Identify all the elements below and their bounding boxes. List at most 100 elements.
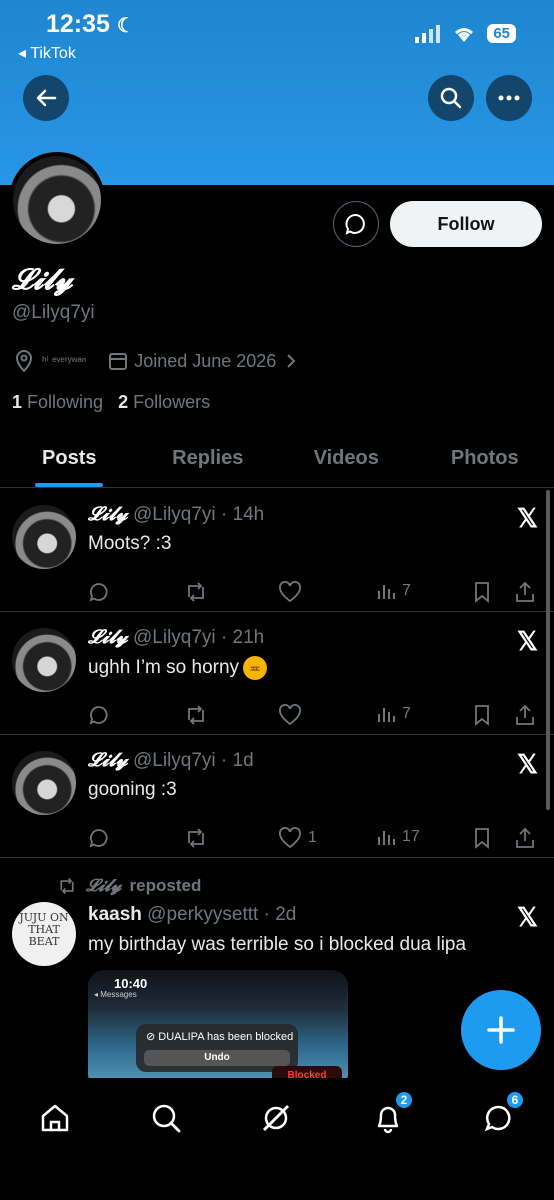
bookmark-button[interactable] (472, 581, 492, 603)
analytics-icon (378, 708, 395, 722)
post-text: my birthday was terrible so i blocked du… (88, 934, 467, 955)
share-button[interactable] (514, 704, 536, 726)
heart-icon (279, 827, 301, 849)
nav-messages[interactable]: 6 (477, 1090, 525, 1140)
notifications-badge: 2 (394, 1090, 414, 1110)
status-bar: 12:35 ☾ ◂ TikTok 65 (0, 0, 554, 70)
post-actions: 7 (88, 581, 540, 609)
views-button[interactable]: 7 (376, 581, 411, 601)
location-pin-icon (15, 350, 33, 372)
post-avatar[interactable] (12, 751, 76, 815)
views-button[interactable]: 7 (376, 704, 411, 724)
reply-button[interactable] (88, 581, 110, 603)
repost-indicator: 𝓛𝓲𝓵𝔂 reposted (56, 876, 201, 896)
back-button[interactable] (23, 75, 69, 121)
repost-label: reposted (129, 876, 202, 895)
repost-icon (188, 828, 204, 848)
wifi-icon (455, 27, 474, 42)
post-item[interactable]: 𝓛𝓲𝓵𝔂 @Lilyq7yi · 14h Moots? :3 𝕏 7 (0, 489, 554, 612)
grok-icon (263, 1105, 289, 1131)
post-actions: 1 17 (88, 827, 540, 855)
following-link[interactable]: 1 Following (12, 392, 103, 412)
reply-icon (89, 829, 108, 848)
chat-bubble-icon (345, 214, 365, 235)
post-header: kaash @perkyysettt · 2d (88, 904, 297, 925)
reply-button[interactable] (88, 827, 110, 849)
status-time: 12:35 ☾ (46, 10, 135, 38)
search-icon (440, 87, 462, 109)
post-avatar[interactable] (12, 505, 76, 569)
like-button[interactable] (278, 581, 308, 603)
profile-tabs: Posts Replies Videos Photos (0, 430, 554, 488)
profile-handle: @Lilyq7yi (12, 302, 95, 323)
kaash-avatar[interactable]: JUJU ON THAT BEAT (12, 902, 76, 966)
back-to-app-link[interactable]: ◂ TikTok (18, 43, 76, 63)
bookmark-button[interactable] (472, 704, 492, 726)
tab-replies[interactable]: Replies (139, 430, 278, 487)
tab-videos[interactable]: Videos (277, 430, 416, 487)
views-button[interactable]: 17 (376, 827, 420, 847)
compose-post-button[interactable] (461, 990, 541, 1070)
heart-icon (279, 581, 301, 603)
nav-home[interactable] (33, 1096, 77, 1140)
x-logo-icon: 𝕏 (517, 626, 538, 656)
post-item[interactable]: 𝓛𝓲𝓵𝔂 @Lilyq7yi · 1d gooning :3 𝕏 1 17 (0, 735, 554, 858)
share-icon (516, 704, 534, 725)
chevron-right-icon (287, 354, 296, 368)
search-button[interactable] (428, 75, 474, 121)
like-button[interactable]: 1 (278, 827, 317, 849)
repost-button[interactable] (184, 827, 208, 849)
post-text: gooning :3 (88, 779, 177, 800)
repost-icon (60, 878, 74, 894)
profile-display-name: 𝓛𝓲𝓵𝔂 (12, 262, 73, 296)
media-time: 10:40 (114, 976, 148, 991)
media-messages-label: ◂ Messages (94, 990, 137, 999)
post-item[interactable]: 𝓛𝓲𝓵𝔂 @Lilyq7yi · 21h ughh I’m so horny ≖ … (0, 612, 554, 735)
post-media-screenshot[interactable]: 10:40 ◂ Messages ⊘ DUALIPA has been bloc… (88, 970, 348, 1090)
nav-search[interactable] (144, 1096, 188, 1140)
tab-posts[interactable]: Posts (0, 430, 139, 487)
repost-by-name: 𝓛𝓲𝓵𝔂 (86, 876, 122, 896)
like-button[interactable] (278, 704, 308, 726)
reply-button[interactable] (88, 704, 110, 726)
profile-avatar[interactable] (9, 152, 105, 248)
share-button[interactable] (514, 581, 536, 603)
post-header: 𝓛𝓲𝓵𝔂 @Lilyq7yi · 21h (88, 626, 265, 648)
follow-counts: 1 Following 2 Followers (12, 392, 210, 413)
media-undo-label: Undo (144, 1050, 290, 1066)
post-header: 𝓛𝓲𝓵𝔂 @Lilyq7yi · 14h (88, 503, 265, 525)
bottom-navigation: 2 6 (0, 1078, 554, 1200)
more-options-button[interactable] (486, 75, 532, 121)
messages-badge: 6 (505, 1090, 525, 1110)
message-button[interactable] (333, 201, 379, 247)
scrollbar[interactable] (546, 490, 550, 810)
status-icons: 65 (415, 24, 516, 43)
nav-notifications[interactable]: 2 (366, 1090, 414, 1140)
share-button[interactable] (514, 827, 536, 849)
repost-icon (188, 705, 204, 725)
tab-photos[interactable]: Photos (416, 430, 554, 487)
share-icon (516, 581, 534, 602)
x-logo-icon: 𝕏 (517, 749, 538, 779)
reply-icon (89, 583, 108, 602)
home-icon (41, 1104, 69, 1132)
repost-button[interactable] (184, 704, 208, 726)
calendar-icon (109, 353, 128, 370)
profile-joined-date[interactable]: Joined June 2026 (134, 351, 276, 372)
signal-icon (415, 24, 441, 43)
media-toast: ⊘ DUALIPA has been blocked Undo (136, 1024, 298, 1072)
media-toast-text: ⊘ DUALIPA has been blocked (146, 1031, 294, 1043)
plus-icon (487, 1016, 515, 1044)
repost-button[interactable] (184, 581, 208, 603)
heart-icon (279, 704, 301, 726)
post-header: 𝓛𝓲𝓵𝔂 @Lilyq7yi · 1d (88, 749, 254, 771)
post-text: ughh I’m so horny ≖ (88, 656, 268, 680)
bookmark-icon (475, 828, 489, 849)
confounded-emoji: ≖ (243, 656, 268, 680)
more-dots-icon (498, 95, 520, 101)
bookmark-button[interactable] (472, 827, 492, 849)
nav-grok[interactable] (254, 1096, 298, 1140)
follow-button[interactable]: Follow (390, 201, 542, 247)
followers-link[interactable]: 2 Followers (118, 392, 210, 412)
post-avatar[interactable] (12, 628, 76, 692)
